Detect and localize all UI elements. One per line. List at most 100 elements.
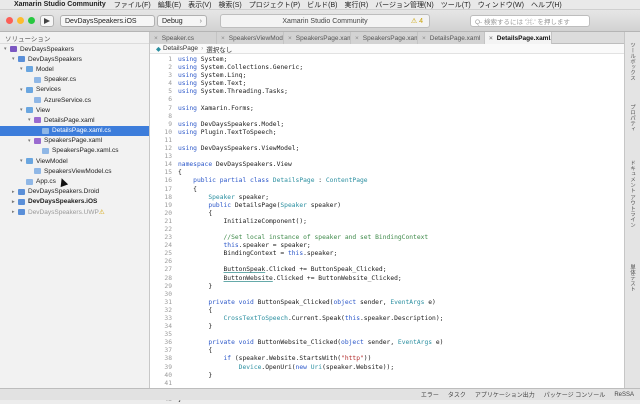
tree-item[interactable]: ▾ ViewModel	[0, 156, 149, 166]
minimize-window-icon[interactable]	[17, 17, 24, 24]
menu-edit[interactable]: 編集(E)	[158, 0, 181, 10]
code-token: using	[178, 88, 197, 96]
chevron-icon: ›	[199, 17, 202, 25]
zoom-window-icon[interactable]	[28, 17, 35, 24]
tree-item[interactable]: SpeakersPage.xaml.cs	[0, 146, 149, 156]
menu-run[interactable]: 実行(R)	[344, 0, 368, 10]
unit-tests-pad-tab[interactable]: 単体テスト	[628, 264, 636, 292]
close-tab-icon[interactable]: ×	[288, 35, 292, 42]
menu-build[interactable]: ビルド(B)	[307, 0, 337, 10]
menu-file[interactable]: ファイル(F)	[114, 0, 151, 10]
tab-label: SpeakersPage.xaml.cs	[362, 34, 417, 42]
configuration-selector[interactable]: Debug ›	[157, 15, 207, 27]
code-line: 24 this .speaker = speaker;	[150, 242, 624, 250]
code-token: System.Linq;	[196, 72, 247, 80]
code-line: 41	[150, 380, 624, 388]
tree-item[interactable]: ▸ DevDaysSpeakers.iOS	[0, 197, 149, 207]
tree-item[interactable]: ▸ DevDaysSpeakers.Droid	[0, 187, 149, 197]
project-selector[interactable]: DevDaysSpeakers.iOS	[60, 15, 155, 27]
code-token: .speaker.Description);	[360, 315, 444, 322]
properties-pad-tab[interactable]: プロパティ	[628, 104, 636, 132]
code-token: Xamarin.Forms;	[196, 104, 254, 112]
menu-bar: Xamarin Studio Community ファイル(F) 編集(E) 表…	[0, 0, 640, 10]
close-window-icon[interactable]	[6, 17, 13, 24]
tree-item-label: AzureService.cs	[44, 96, 91, 104]
tab-document[interactable]: × Speaker.cs	[150, 32, 217, 44]
code-area[interactable]: 1 using System; 2 using System.Collections.…	[150, 56, 624, 403]
code-token: public partial class	[193, 177, 269, 185]
search-input[interactable]: Q- 検索するには '⌘.' を押します	[470, 15, 590, 27]
close-tab-icon[interactable]: ×	[489, 35, 493, 42]
tree-item[interactable]: ▸ DevDaysSpeakers.UWP ⚠	[0, 207, 149, 217]
folder-icon	[26, 66, 33, 73]
menu-project[interactable]: プロジェクト(P)	[249, 0, 300, 10]
close-tab-icon[interactable]: ×	[355, 35, 359, 42]
tree-item[interactable]: ▾ DevDaysSpeakers	[0, 54, 149, 64]
run-button[interactable]	[40, 15, 54, 27]
tree-item-label: DevDaysSpeakers	[28, 55, 82, 63]
tab-document[interactable]: ×DetailsPage.xaml.cs	[485, 32, 552, 44]
code-line: 33 CrossTextToSpeech .Current.Speak(this.…	[150, 315, 624, 323]
line-number: 41	[164, 379, 172, 387]
menu-tools[interactable]: ツール(T)	[441, 0, 471, 10]
breadcrumb-class[interactable]: DetailsPage	[163, 45, 198, 52]
errors-pad-button[interactable]: エラー	[421, 390, 439, 399]
toolbox-pad-tab[interactable]: ツールボックス	[628, 42, 636, 81]
tree-item-label: DetailsPage.xaml	[44, 116, 95, 124]
tree-item[interactable]: ▾ DetailsPage.xaml	[0, 115, 149, 125]
document-outline-pad-tab[interactable]: ドキュメント アウトライン	[628, 160, 636, 228]
tab-document[interactable]: ×SpeakersViewModel.cs	[217, 32, 284, 44]
line-number: 5	[168, 88, 172, 96]
breadcrumb-member[interactable]: 選択なし	[206, 44, 232, 54]
code-line: 35	[150, 331, 624, 339]
line-number: 38	[164, 355, 172, 363]
close-tab-icon[interactable]: ×	[154, 35, 158, 42]
application-output-button[interactable]: アプリケーション出力	[475, 390, 535, 399]
tree-item[interactable]: DetailsPage.xaml.cs	[0, 125, 149, 136]
code-token: {	[178, 306, 213, 314]
line-number: 15	[164, 169, 172, 177]
line-number: 2	[168, 64, 172, 72]
ressa-button[interactable]: ReSSA	[614, 392, 634, 398]
menu-window[interactable]: ウィンドウ(W)	[478, 0, 524, 10]
tree-item[interactable]: ▾ SpeakersPage.xaml	[0, 136, 149, 146]
close-tab-icon[interactable]: ×	[422, 35, 426, 42]
tree-item[interactable]: ▾ View	[0, 105, 149, 115]
warning-indicator[interactable]: ⚠ 4	[411, 17, 423, 25]
tree-item[interactable]: App.cs	[0, 176, 149, 186]
tree-item-label: SpeakersPage.xaml	[44, 137, 103, 145]
code-line: 30	[150, 291, 624, 299]
line-number: 29	[164, 282, 172, 290]
tree-item[interactable]: ▾ Model	[0, 64, 149, 74]
class-icon: ◆	[156, 45, 161, 53]
code-token: using	[178, 120, 197, 128]
tree-item[interactable]: SpeakersViewModel.cs	[0, 166, 149, 176]
code-token: {	[178, 347, 213, 355]
cs-file-icon	[42, 127, 49, 134]
menu-view[interactable]: 表示(V)	[188, 0, 211, 10]
code-token: using	[178, 145, 197, 153]
menu-search[interactable]: 検索(S)	[218, 0, 241, 10]
package-console-button[interactable]: パッケージ コンソール	[544, 390, 606, 399]
tab-document[interactable]: × SpeakersPage.xaml	[284, 32, 351, 44]
code-token: DevDaysSpeakers.Model;	[196, 120, 285, 128]
code-token: object	[341, 339, 364, 347]
code-editor: ×Speaker.cs×SpeakersViewModel.cs×Speaker…	[150, 32, 624, 403]
tree-item[interactable]: ▾ DevDaysSpeakers	[0, 44, 149, 54]
code-token: this	[287, 250, 304, 258]
app-menu[interactable]: Xamarin Studio Community	[14, 1, 106, 8]
tree-item[interactable]: AzureService.cs	[0, 95, 149, 105]
menu-version-control[interactable]: バージョン管理(N)	[375, 0, 434, 10]
tree-item[interactable]: Speaker.cs	[0, 75, 149, 85]
tab-document[interactable]: × DetailsPage.xaml	[418, 32, 485, 44]
tab-document[interactable]: ×SpeakersPage.xaml.cs	[351, 32, 418, 44]
code-line: 3 using System.Linq;	[150, 72, 624, 80]
tasks-pad-button[interactable]: タスク	[448, 390, 466, 399]
menu-help[interactable]: ヘルプ(H)	[531, 0, 562, 10]
close-tab-icon[interactable]: ×	[221, 35, 225, 42]
tree-item[interactable]: ▾ Services	[0, 85, 149, 95]
code-token: .Clicked += ButtonSpeak_Clicked;	[265, 266, 387, 274]
